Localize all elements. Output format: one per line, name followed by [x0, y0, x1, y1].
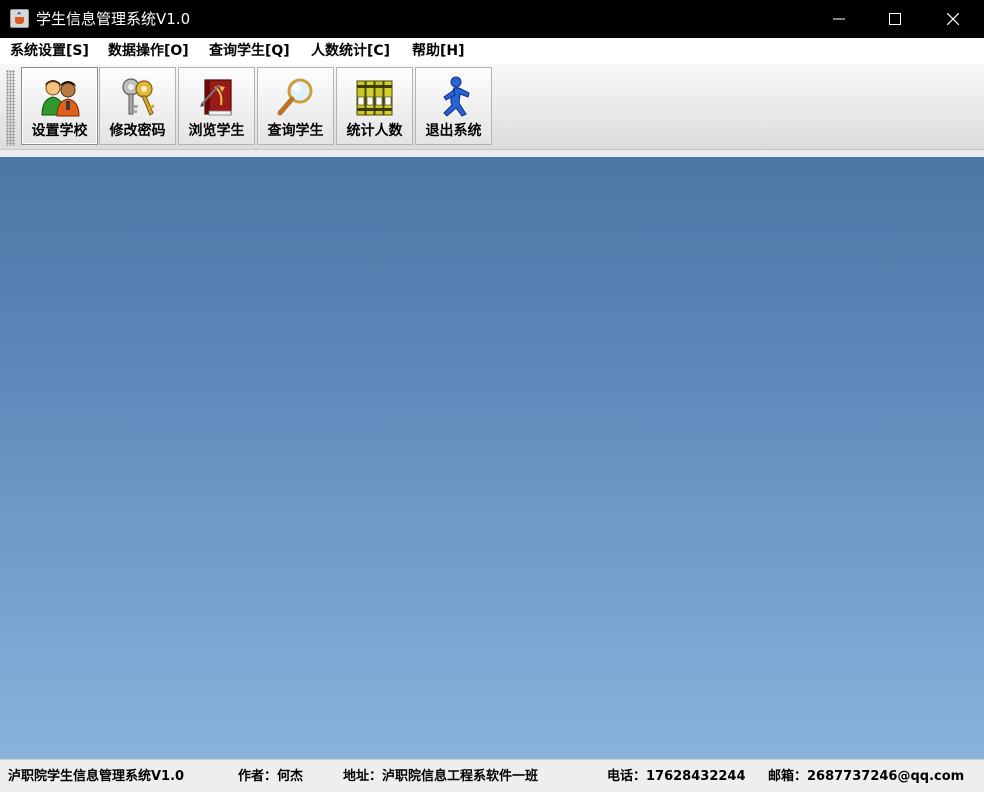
status-bar: 泸职院学生信息管理系统V1.0 作者：何杰 地址：泸职院信息工程系软件一班 电话…: [0, 759, 984, 792]
menu-statistics[interactable]: 人数统计[C]: [311, 42, 390, 60]
query-students-button[interactable]: 查询学生: [257, 67, 334, 145]
menu-help[interactable]: 帮助[H]: [412, 42, 465, 60]
menu-bar: 系统设置[S] 数据操作[O] 查询学生[Q] 人数统计[C] 帮助[H]: [0, 38, 984, 64]
menu-query-student[interactable]: 查询学生[Q]: [209, 42, 290, 60]
toolbar: 设置学校 修改密码 浏览学生 查询学生 统计人数 退出系统: [0, 64, 984, 150]
status-phone: 电话：17628432244: [607, 769, 746, 784]
running-man-icon: [443, 76, 470, 117]
exit-system-button[interactable]: 退出系统: [415, 67, 492, 145]
query-students-label: 查询学生: [267, 123, 324, 139]
status-email: 邮箱：2687737246@qq.com: [768, 769, 965, 784]
maximize-button[interactable]: [866, 0, 924, 38]
browse-students-label: 浏览学生: [188, 123, 245, 139]
users-icon: [41, 80, 80, 117]
status-author: 作者：何杰: [238, 769, 304, 784]
magnifier-icon: [277, 78, 313, 116]
book-icon: [200, 79, 232, 116]
count-students-button[interactable]: 统计人数: [336, 67, 413, 145]
menu-data-operations[interactable]: 数据操作[O]: [108, 42, 189, 60]
binders-icon: [356, 80, 393, 116]
close-icon: [947, 13, 959, 25]
exit-system-label: 退出系统: [425, 123, 482, 139]
minimize-button[interactable]: [810, 0, 868, 38]
main-desktop-area[interactable]: [0, 157, 984, 759]
java-app-icon[interactable]: [10, 9, 29, 28]
toolbar-grip-handle[interactable]: [6, 70, 15, 146]
set-school-button[interactable]: 设置学校: [21, 67, 98, 145]
keys-icon: [122, 78, 155, 116]
close-button[interactable]: [924, 0, 982, 38]
change-password-label: 修改密码: [109, 123, 166, 139]
status-address: 地址：泸职院信息工程系软件一班: [343, 769, 539, 784]
count-students-label: 统计人数: [346, 123, 403, 139]
title-bar: 学生信息管理系统V1.0: [0, 0, 984, 38]
status-system-name: 泸职院学生信息管理系统V1.0: [8, 769, 185, 784]
minimize-icon: [833, 18, 845, 20]
toolbar-separator: [0, 150, 984, 157]
browse-students-button[interactable]: 浏览学生: [178, 67, 255, 145]
menu-system-settings[interactable]: 系统设置[S]: [10, 42, 89, 60]
window-title: 学生信息管理系统V1.0: [36, 10, 191, 28]
maximize-icon: [889, 13, 901, 25]
set-school-label: 设置学校: [31, 123, 88, 139]
change-password-button[interactable]: 修改密码: [99, 67, 176, 145]
